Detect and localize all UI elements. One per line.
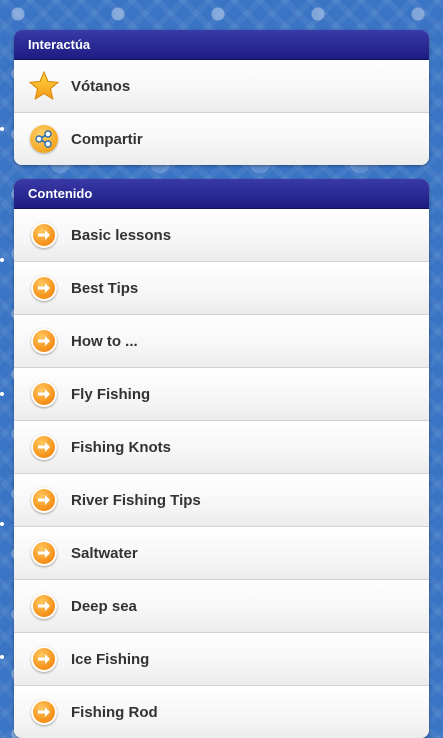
content-panel: Contenido Basic lessons Best Tips How to… [14, 179, 429, 738]
arrow-right-icon [29, 644, 59, 674]
list-item-label: Best Tips [71, 279, 139, 297]
list-item-best-tips[interactable]: Best Tips [14, 262, 429, 315]
interact-panel: Interactúa Vótanos Compartir [14, 30, 429, 165]
arrow-right-icon [29, 591, 59, 621]
list-item-deep-sea[interactable]: Deep sea [14, 580, 429, 633]
list-item-ice-fishing[interactable]: Ice Fishing [14, 633, 429, 686]
list-item-label: Ice Fishing [71, 650, 150, 668]
share-item[interactable]: Compartir [14, 113, 429, 165]
share-label: Compartir [71, 130, 143, 148]
vote-label: Vótanos [71, 77, 131, 95]
list-item-label: Fishing Rod [71, 703, 158, 721]
arrow-right-icon [29, 432, 59, 462]
list-item-label: Basic lessons [71, 226, 172, 244]
list-item-label: Deep sea [71, 597, 137, 615]
background-decoration [0, 655, 4, 659]
background-decoration [0, 522, 4, 526]
list-item-label: Saltwater [71, 544, 138, 562]
arrow-right-icon [29, 326, 59, 356]
share-icon [29, 124, 59, 154]
list-item-label: River Fishing Tips [71, 491, 201, 509]
list-item-saltwater[interactable]: Saltwater [14, 527, 429, 580]
background-decoration [0, 127, 4, 131]
list-item-label: How to ... [71, 332, 138, 350]
list-item-fly-fishing[interactable]: Fly Fishing [14, 368, 429, 421]
arrow-right-icon [29, 379, 59, 409]
arrow-right-icon [29, 485, 59, 515]
arrow-right-icon [29, 538, 59, 568]
arrow-right-icon [29, 273, 59, 303]
list-item-label: Fishing Knots [71, 438, 171, 456]
star-icon [29, 71, 59, 101]
list-item-fishing-knots[interactable]: Fishing Knots [14, 421, 429, 474]
content-panel-header: Contenido [14, 179, 429, 209]
list-item-label: Fly Fishing [71, 385, 151, 403]
arrow-right-icon [29, 220, 59, 250]
list-item-basic-lessons[interactable]: Basic lessons [14, 209, 429, 262]
list-item-fishing-rod[interactable]: Fishing Rod [14, 686, 429, 738]
arrow-right-icon [29, 697, 59, 727]
background-decoration [0, 392, 4, 396]
list-item-river-fishing-tips[interactable]: River Fishing Tips [14, 474, 429, 527]
list-item-how-to[interactable]: How to ... [14, 315, 429, 368]
vote-item[interactable]: Vótanos [14, 60, 429, 113]
background-decoration [0, 258, 4, 262]
interact-panel-header: Interactúa [14, 30, 429, 60]
